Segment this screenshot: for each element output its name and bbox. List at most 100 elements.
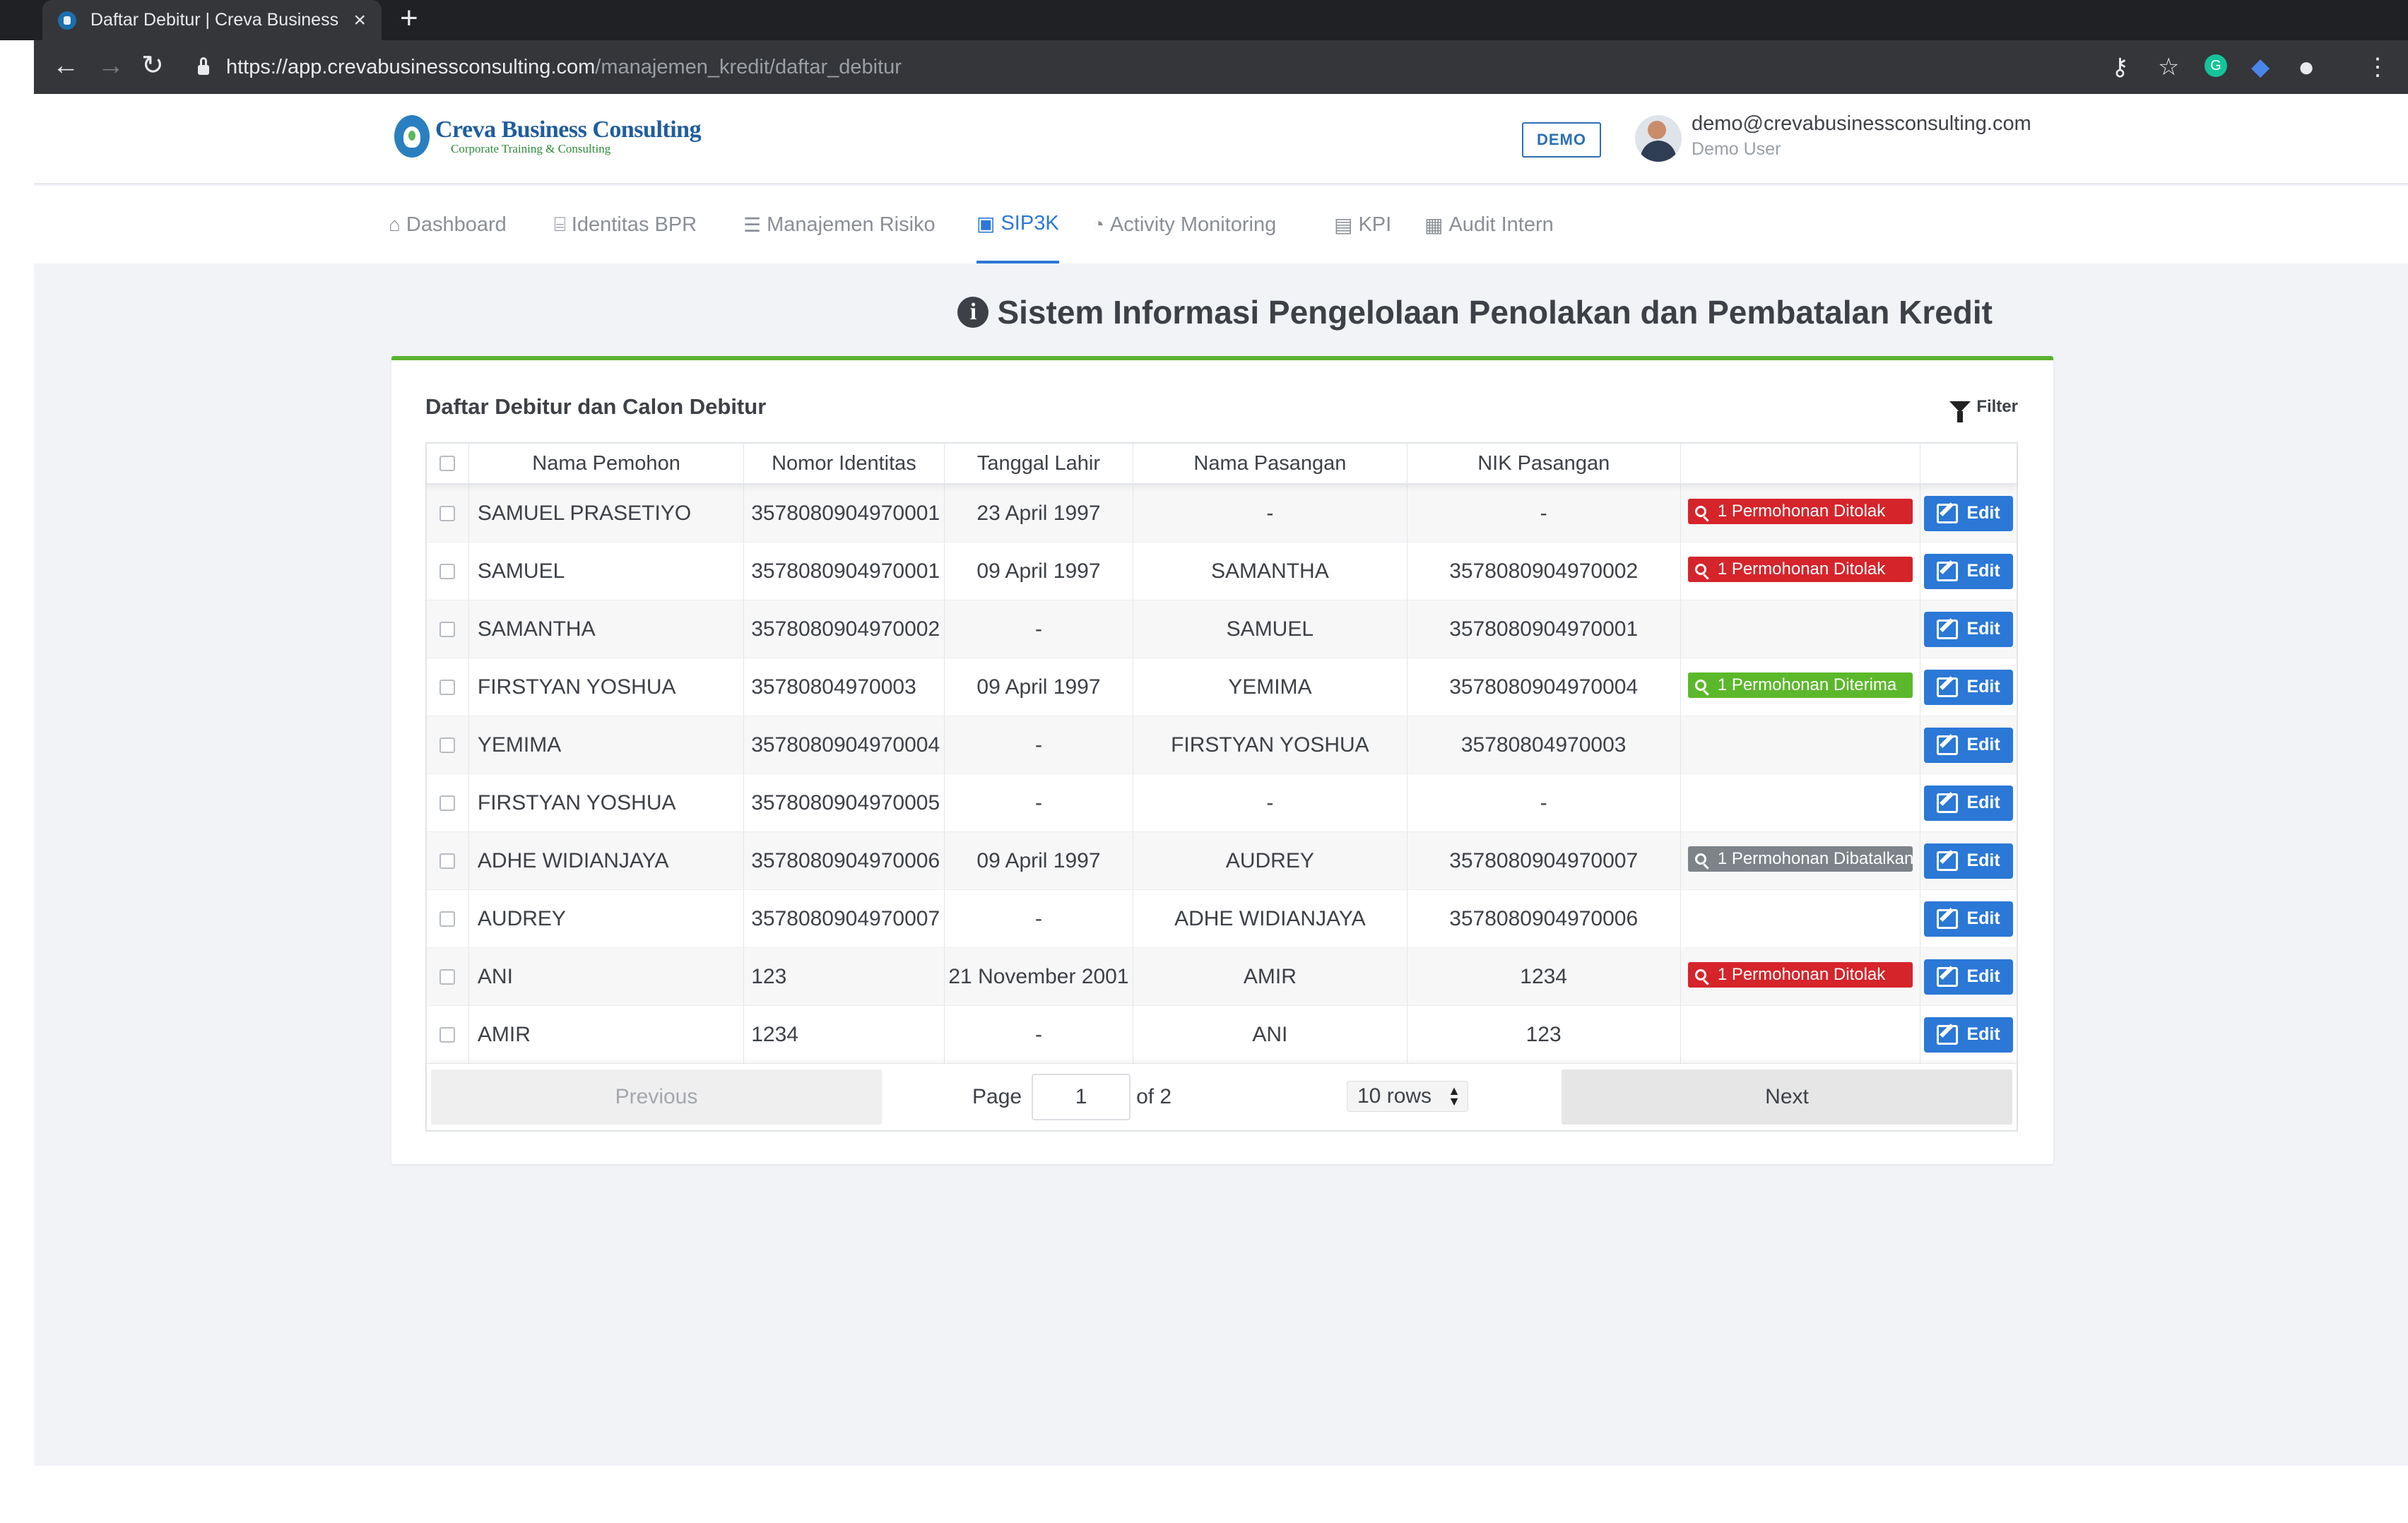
browser-tab[interactable]: Daftar Debitur | Creva Business Consulti… — [42, 0, 382, 40]
nav-label: Identitas BPR — [571, 213, 697, 236]
filter-button[interactable]: Filter — [1949, 397, 2018, 422]
edit-button[interactable]: Edit — [1924, 495, 2014, 531]
cell-nomor-identitas: 35780804970003 — [744, 658, 945, 716]
column-header[interactable]: Nomor Identitas — [744, 444, 945, 483]
status-text: 1 Permohonan Ditolak — [1717, 501, 1886, 521]
extension-icon[interactable]: ◆ — [2251, 52, 2270, 83]
nav-identitas-bpr[interactable]: ⌸ Identitas BPR — [554, 186, 697, 263]
checkbox-cell — [427, 832, 469, 889]
row-checkbox[interactable] — [439, 853, 456, 869]
close-tab-icon[interactable]: × — [353, 8, 366, 32]
key-icon[interactable]: ⚷ — [2111, 52, 2129, 83]
table-header: Nama Pemohon Nomor Identitas Tanggal Lah… — [427, 444, 2017, 485]
cell-status: 1 Permohonan Ditolak — [1681, 948, 1921, 1005]
checkbox-cell — [427, 948, 469, 1005]
filter-icon — [1949, 401, 1971, 422]
clipboard-icon: ▤ — [1334, 213, 1353, 236]
edit-icon — [1937, 851, 1959, 871]
cell-status: 1 Permohonan Ditolak — [1681, 543, 1921, 600]
edit-button[interactable]: Edit — [1924, 901, 2014, 937]
column-header[interactable]: Tanggal Lahir — [945, 444, 1134, 483]
cell-tanggal-lahir: - — [945, 600, 1134, 658]
nav-sip3k[interactable]: ▣ SIP3K — [976, 186, 1059, 263]
status-badge[interactable]: 1 Permohonan Ditolak — [1687, 556, 1913, 582]
cell-action: Edit — [1920, 774, 2017, 831]
row-checkbox[interactable] — [439, 1026, 456, 1043]
cell-action: Edit — [1920, 890, 2017, 947]
account-icon[interactable]: ● — [2298, 52, 2315, 83]
star-icon[interactable]: ☆ — [2158, 52, 2179, 83]
cell-status — [1681, 1006, 1921, 1063]
page-input[interactable]: 1 — [1032, 1074, 1131, 1120]
nav-manajemen-risiko[interactable]: ☰ Manajemen Risiko — [743, 186, 936, 263]
cell-nik-pasangan: - — [1407, 774, 1681, 831]
avatar[interactable] — [1635, 115, 1682, 162]
debitur-card: Daftar Debitur dan Calon Debitur Filter … — [391, 356, 2053, 1164]
logo-icon — [394, 115, 430, 158]
new-tab-icon[interactable]: + — [400, 3, 418, 34]
cell-nama-pemohon: SAMUEL PRASETIYO — [469, 485, 745, 542]
brand-logo[interactable]: Creva Business Consulting Corporate Trai… — [394, 115, 702, 158]
nav-dashboard[interactable]: ⌂ Dashboard — [389, 186, 507, 263]
status-badge[interactable]: 1 Permohonan Ditolak — [1687, 961, 1913, 988]
edit-button[interactable]: Edit — [1924, 553, 2014, 589]
select-all-checkbox[interactable] — [439, 456, 456, 471]
edit-button[interactable]: Edit — [1924, 785, 2014, 821]
back-arrow-icon[interactable]: ← — [52, 50, 79, 81]
cell-tanggal-lahir: - — [945, 890, 1134, 947]
edit-button[interactable]: Edit — [1924, 611, 2014, 647]
url-field[interactable]: https://app.crevabusinessconsulting.com … — [198, 49, 2106, 85]
next-button[interactable]: Next — [1562, 1069, 2012, 1125]
previous-button[interactable]: Previous — [431, 1069, 882, 1125]
cell-nomor-identitas: 3578080904970002 — [744, 600, 945, 658]
nav-activity-monitoring[interactable]: ◔ Activity Monitoring — [1092, 186, 1276, 263]
checkbox-cell — [427, 1006, 469, 1063]
debitur-table: Nama Pemohon Nomor Identitas Tanggal Lah… — [425, 442, 2018, 1132]
status-badge[interactable]: 1 Permohonan Dibatalkan — [1687, 846, 1913, 872]
edit-button[interactable]: Edit — [1924, 843, 2014, 879]
edit-button[interactable]: Edit — [1924, 1017, 2014, 1053]
search-icon — [1694, 505, 1706, 517]
menu-dots-icon[interactable]: ⋮ — [2366, 52, 2390, 83]
column-header[interactable]: Nama Pemohon — [469, 444, 745, 483]
page-total: of 2 — [1136, 1085, 1172, 1108]
row-checkbox[interactable] — [439, 621, 456, 637]
row-checkbox[interactable] — [439, 795, 456, 811]
row-checkbox[interactable] — [439, 505, 456, 521]
cell-nomor-identitas: 123 — [744, 948, 945, 1005]
row-checkbox[interactable] — [439, 563, 456, 579]
edit-label: Edit — [1966, 851, 2000, 870]
row-checkbox[interactable] — [439, 679, 456, 695]
nav-audit-intern[interactable]: ▦ Audit Intern — [1424, 186, 1554, 263]
cell-nik-pasangan: 123 — [1407, 1006, 1681, 1063]
status-badge[interactable]: 1 Permohonan Diterima — [1687, 672, 1913, 698]
cell-action: Edit — [1920, 832, 2017, 889]
page-title-text: Sistem Informasi Pengelolaan Penolakan d… — [997, 294, 1993, 331]
cell-nama-pasangan: SAMANTHA — [1133, 543, 1407, 600]
list-icon: ☰ — [743, 213, 762, 236]
row-checkbox[interactable] — [439, 968, 456, 985]
status-badge[interactable]: 1 Permohonan Ditolak — [1687, 498, 1913, 524]
nav-kpi[interactable]: ▤ KPI — [1334, 186, 1391, 263]
grammarly-icon[interactable]: G — [2205, 54, 2227, 77]
edit-button[interactable]: Edit — [1924, 959, 2014, 995]
edit-button[interactable]: Edit — [1924, 727, 2014, 763]
cell-status: 1 Permohonan Dibatalkan — [1681, 832, 1921, 889]
edit-button[interactable]: Edit — [1924, 669, 2014, 705]
reload-icon[interactable]: ↻ — [141, 50, 164, 81]
row-checkbox[interactable] — [439, 737, 456, 753]
forward-arrow-icon[interactable]: → — [98, 50, 124, 81]
user-email[interactable]: demo@crevabusinessconsulting.com — [1692, 112, 2031, 136]
column-header[interactable]: Nama Pasangan — [1133, 444, 1407, 483]
cell-status — [1681, 716, 1921, 774]
edit-icon — [1937, 793, 1959, 813]
table-row: FIRSTYAN YOSHUA 3578080904970005- - - Edit — [427, 774, 2017, 832]
page-size-select[interactable]: 10 rows ▲ ▼ — [1347, 1081, 1468, 1112]
edit-label: Edit — [1966, 503, 2000, 523]
column-header[interactable]: NIK Pasangan — [1407, 444, 1681, 483]
table-row: SAMANTHA 3578080904970002- SAMUEL 357808090… — [427, 600, 2017, 658]
cell-nomor-identitas: 3578080904970005 — [744, 774, 945, 831]
row-checkbox[interactable] — [439, 911, 456, 927]
status-text: 1 Permohonan Ditolak — [1717, 559, 1886, 579]
logo-tagline: Corporate Training & Consulting — [451, 142, 611, 155]
